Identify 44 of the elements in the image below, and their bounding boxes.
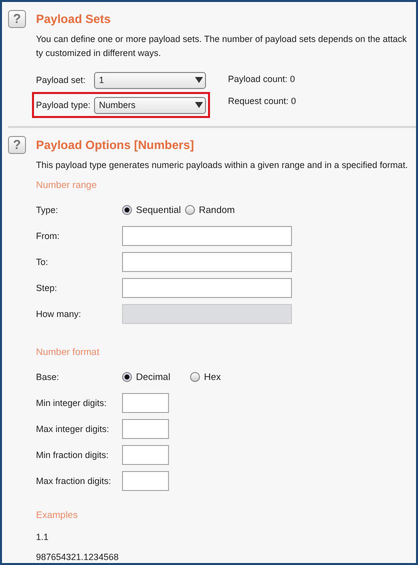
field-label: To: — [36, 257, 50, 267]
field-label: Min fraction digits: — [36, 450, 110, 460]
caret-icon — [195, 77, 203, 83]
example-value: 1.1 — [36, 531, 50, 544]
count-label: Payload count: 0 — [228, 74, 296, 84]
field-label: Payload set: — [36, 75, 87, 85]
input-field[interactable] — [122, 393, 169, 413]
input-field[interactable] — [122, 252, 292, 272]
radio-button[interactable] — [122, 205, 132, 215]
radio-button[interactable] — [122, 372, 132, 382]
count-label: Request count: 0 — [228, 96, 296, 106]
example-value: 987654321.1234568 — [36, 551, 120, 563]
input-field[interactable] — [122, 471, 169, 491]
help-icon[interactable]: ? — [8, 136, 26, 154]
caret-icon — [195, 102, 203, 108]
radio-label: Random — [198, 204, 235, 216]
subsection-heading: Number format — [36, 347, 100, 358]
field-label: Max integer digits: — [36, 424, 110, 434]
input-field[interactable] — [122, 226, 292, 246]
section-title: Payload Options [Numbers] — [36, 138, 196, 152]
help-icon[interactable]: ? — [8, 10, 26, 28]
field-label: Max fraction digits: — [36, 476, 112, 486]
field-label: Min integer digits: — [36, 398, 108, 408]
field-label: From: — [36, 231, 60, 241]
description: This payload type generates numeric payloads within a given range and in a specified format. — [36, 159, 409, 172]
radio-button[interactable] — [184, 205, 195, 215]
field-label: Payload type: — [36, 100, 92, 110]
subsection-heading: Number range — [36, 180, 98, 191]
radio-label: Sequential — [136, 204, 181, 216]
field-label: Base: — [36, 372, 60, 382]
section-title: Payload Sets — [36, 12, 112, 26]
input-field[interactable] — [122, 278, 292, 298]
radio-button[interactable] — [190, 372, 200, 382]
radio-label: Hex — [204, 372, 222, 382]
field-label: Type: — [36, 205, 60, 215]
subsection-heading: Examples — [36, 510, 79, 521]
dropdown[interactable]: 1 — [94, 72, 206, 88]
dropdown[interactable]: Numbers — [94, 96, 206, 114]
input-field[interactable] — [122, 419, 169, 439]
field-label: Step: — [36, 283, 58, 293]
input-field[interactable] — [122, 445, 169, 465]
description: You can define one or more payload sets. The number of payload sets depends on the attack ty customized in different ways. — [36, 33, 408, 60]
field-label: How many: — [36, 309, 82, 319]
radio-label: Decimal — [136, 372, 172, 382]
